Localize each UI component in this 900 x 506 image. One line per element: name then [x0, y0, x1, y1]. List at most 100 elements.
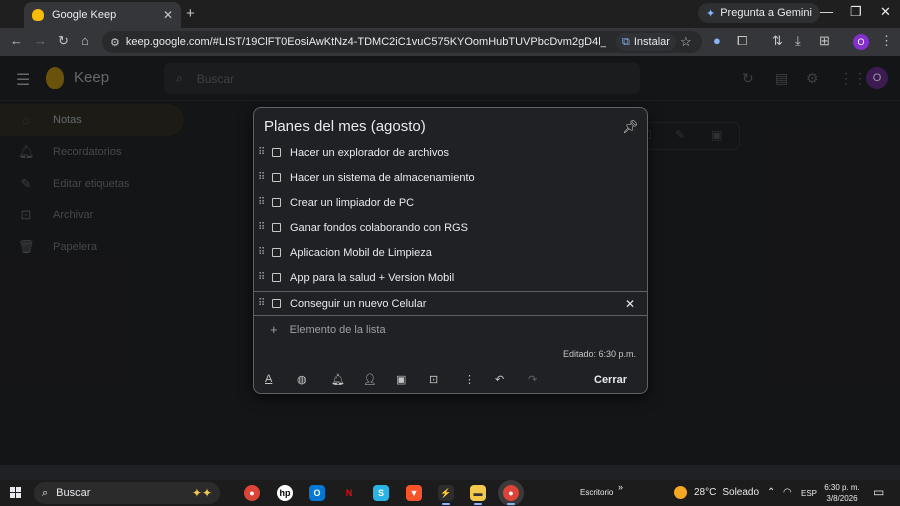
menu-dots-icon[interactable]: ⋮ [880, 33, 893, 49]
close-window-button[interactable]: ✕ [880, 4, 891, 20]
tab-close-icon[interactable]: ✕ [163, 8, 173, 22]
list-item-text[interactable]: Hacer un explorador de archivos [290, 147, 647, 159]
weather-condition: Soleado [722, 487, 760, 498]
note-title[interactable]: Planes del mes (agosto) [264, 118, 426, 135]
edited-timestamp: Editado: 6:30 p.m. [562, 349, 636, 359]
list-item[interactable]: ⠿ Hacer un explorador de archivos [254, 140, 647, 165]
drag-handle-icon[interactable]: ⠿ [258, 247, 266, 257]
pin-icon[interactable]: 📌︎ [622, 119, 639, 135]
reload-icon[interactable]: ↻ [58, 33, 69, 49]
apps-icon[interactable]: ⊞ [819, 33, 830, 49]
new-tab-button[interactable]: + [186, 5, 195, 22]
brave-icon[interactable]: ▼ [406, 485, 422, 501]
more-icon[interactable]: ⋮ [464, 373, 475, 386]
clock-date: 3/8/2026 [826, 494, 858, 503]
app-s-icon[interactable]: S [373, 485, 389, 501]
temperature: 28°C [694, 487, 717, 498]
weather-widget[interactable]: 28°C Soleado [674, 486, 759, 499]
wifi-icon[interactable]: ◠ [783, 487, 792, 498]
note-toolbar: A ◍ 🔔︎ 👤︎ ▣ ⊡ ⋮ ↶ ↷ Cerrar [254, 370, 647, 392]
format-text-icon[interactable]: A [265, 373, 272, 385]
list-item-text[interactable]: Ganar fondos colaborando con RGS [290, 222, 647, 234]
list-item[interactable]: ⠿ Aplicacion Mobil de Limpieza [254, 240, 647, 265]
outlook-icon[interactable]: O [309, 485, 325, 501]
address-bar[interactable]: ⚙ keep.google.com/#LIST/19ClFT0EosiAwKtN… [102, 31, 702, 53]
clock-time: 6:30 p. m. [824, 483, 860, 492]
taskbar-search[interactable]: ⌕ Buscar ✦✦ [34, 482, 220, 504]
image-icon[interactable]: ▣ [396, 373, 406, 386]
checkbox[interactable] [272, 223, 281, 232]
browser-profile-avatar[interactable]: O [853, 34, 869, 50]
drag-handle-icon[interactable]: ⠿ [258, 172, 266, 182]
back-arrow-icon[interactable]: ← [10, 33, 23, 48]
list-item-text[interactable]: Aplicacion Mobil de Limpieza [290, 247, 647, 259]
list-item-text[interactable]: Crear un limpiador de PC [290, 197, 647, 209]
puzzle-icon[interactable]: ⧠ [737, 33, 747, 49]
tray-chevron-up-icon[interactable]: ⌃ [767, 487, 775, 498]
language-indicator[interactable]: ESP [801, 489, 817, 498]
terminal-icon[interactable]: ⚡ [438, 485, 454, 505]
collaborator-icon[interactable]: 👤︎ [363, 373, 377, 386]
checkbox[interactable] [272, 273, 281, 282]
gemini-label: Pregunta a Gemini [720, 7, 812, 19]
drag-handle-icon[interactable]: ⠿ [258, 147, 266, 157]
add-list-item[interactable]: + Elemento de la lista [270, 322, 386, 337]
home-icon[interactable]: ⌂ [81, 33, 89, 48]
delete-item-icon[interactable]: ✕ [625, 297, 635, 311]
plus-icon: + [270, 322, 278, 337]
checkbox[interactable] [272, 299, 281, 308]
redo-icon[interactable]: ↷ [528, 373, 537, 386]
list-item[interactable]: ⠿ Ganar fondos colaborando con RGS [254, 215, 647, 240]
taskbar-search-label: Buscar [56, 487, 91, 499]
reading-list-icon[interactable]: ⇅ [772, 33, 783, 49]
netflix-icon[interactable]: N [341, 485, 357, 501]
forward-arrow-icon[interactable]: → [34, 33, 47, 48]
chevron-right-icon[interactable]: » [618, 482, 623, 492]
browser-tab[interactable]: Google Keep ✕ [24, 2, 181, 28]
install-label: Instalar [633, 36, 670, 48]
desktop-label[interactable]: Escritorio [580, 488, 613, 497]
checkbox[interactable] [272, 173, 281, 182]
list-item-text[interactable]: App para la salud + Version Mobil [290, 272, 647, 284]
extension-icon[interactable]: ● [713, 33, 721, 48]
list-item[interactable]: ⠿ Hacer un sistema de almacenamiento [254, 165, 647, 190]
site-settings-icon[interactable]: ⚙ [110, 36, 120, 49]
drag-handle-icon[interactable]: ⠿ [258, 272, 266, 282]
browser-toolbar: ← → ↻ ⌂ ⚙ keep.google.com/#LIST/19ClFT0E… [0, 28, 900, 56]
install-button[interactable]: ⧉ Instalar [616, 33, 676, 51]
minimize-button[interactable]: — [820, 4, 833, 19]
chrome-icon[interactable]: ● [244, 485, 260, 501]
list-item-text[interactable]: Conseguir un nuevo Celular [290, 298, 625, 310]
keep-favicon-icon [32, 9, 44, 21]
reminder-bell-icon[interactable]: 🔔︎ [331, 373, 345, 386]
windows-start-icon[interactable] [10, 487, 21, 498]
notifications-icon[interactable]: ▭ [873, 485, 884, 499]
search-icon: ⌕ [42, 486, 49, 499]
archive-icon[interactable]: ⊡ [429, 373, 438, 386]
list-item[interactable]: ⠿ Crear un limpiador de PC [254, 190, 647, 215]
gemini-button[interactable]: ✦ Pregunta a Gemini [698, 3, 820, 23]
hp-icon[interactable]: hp [277, 485, 293, 501]
drag-handle-icon[interactable]: ⠿ [258, 222, 266, 232]
undo-icon[interactable]: ↶ [495, 373, 504, 386]
file-explorer-icon[interactable]: ▬ [470, 485, 486, 505]
list-item[interactable]: ⠿ App para la salud + Version Mobil [254, 265, 647, 290]
checkbox[interactable] [272, 248, 281, 257]
list-item-text[interactable]: Hacer un sistema de almacenamiento [290, 172, 647, 184]
checkbox[interactable] [272, 148, 281, 157]
system-clock[interactable]: 6:30 p. m. 3/8/2026 [822, 482, 862, 504]
bookmark-star-icon[interactable]: ☆ [680, 34, 692, 50]
add-item-label: Elemento de la lista [289, 323, 386, 336]
list-item-focused[interactable]: ⠿ Conseguir un nuevo Celular ✕ [254, 291, 647, 316]
chrome-profile-icon[interactable]: ● [503, 485, 519, 505]
checkbox[interactable] [272, 198, 281, 207]
download-icon[interactable]: ⤓ [795, 33, 801, 49]
windows-taskbar: ⌕ Buscar ✦✦ ● hp O N S ▼ ⚡ ▬ ● Escritori… [0, 480, 900, 506]
install-app-icon: ⧉ [622, 35, 630, 48]
palette-icon[interactable]: ◍ [297, 373, 307, 386]
maximize-button[interactable]: ❐ [850, 4, 862, 20]
url-text[interactable]: keep.google.com/#LIST/19ClFT0EosiAwKtNz4… [126, 36, 606, 48]
drag-handle-icon[interactable]: ⠿ [258, 298, 266, 308]
close-button[interactable]: Cerrar [584, 371, 637, 389]
drag-handle-icon[interactable]: ⠿ [258, 197, 266, 207]
